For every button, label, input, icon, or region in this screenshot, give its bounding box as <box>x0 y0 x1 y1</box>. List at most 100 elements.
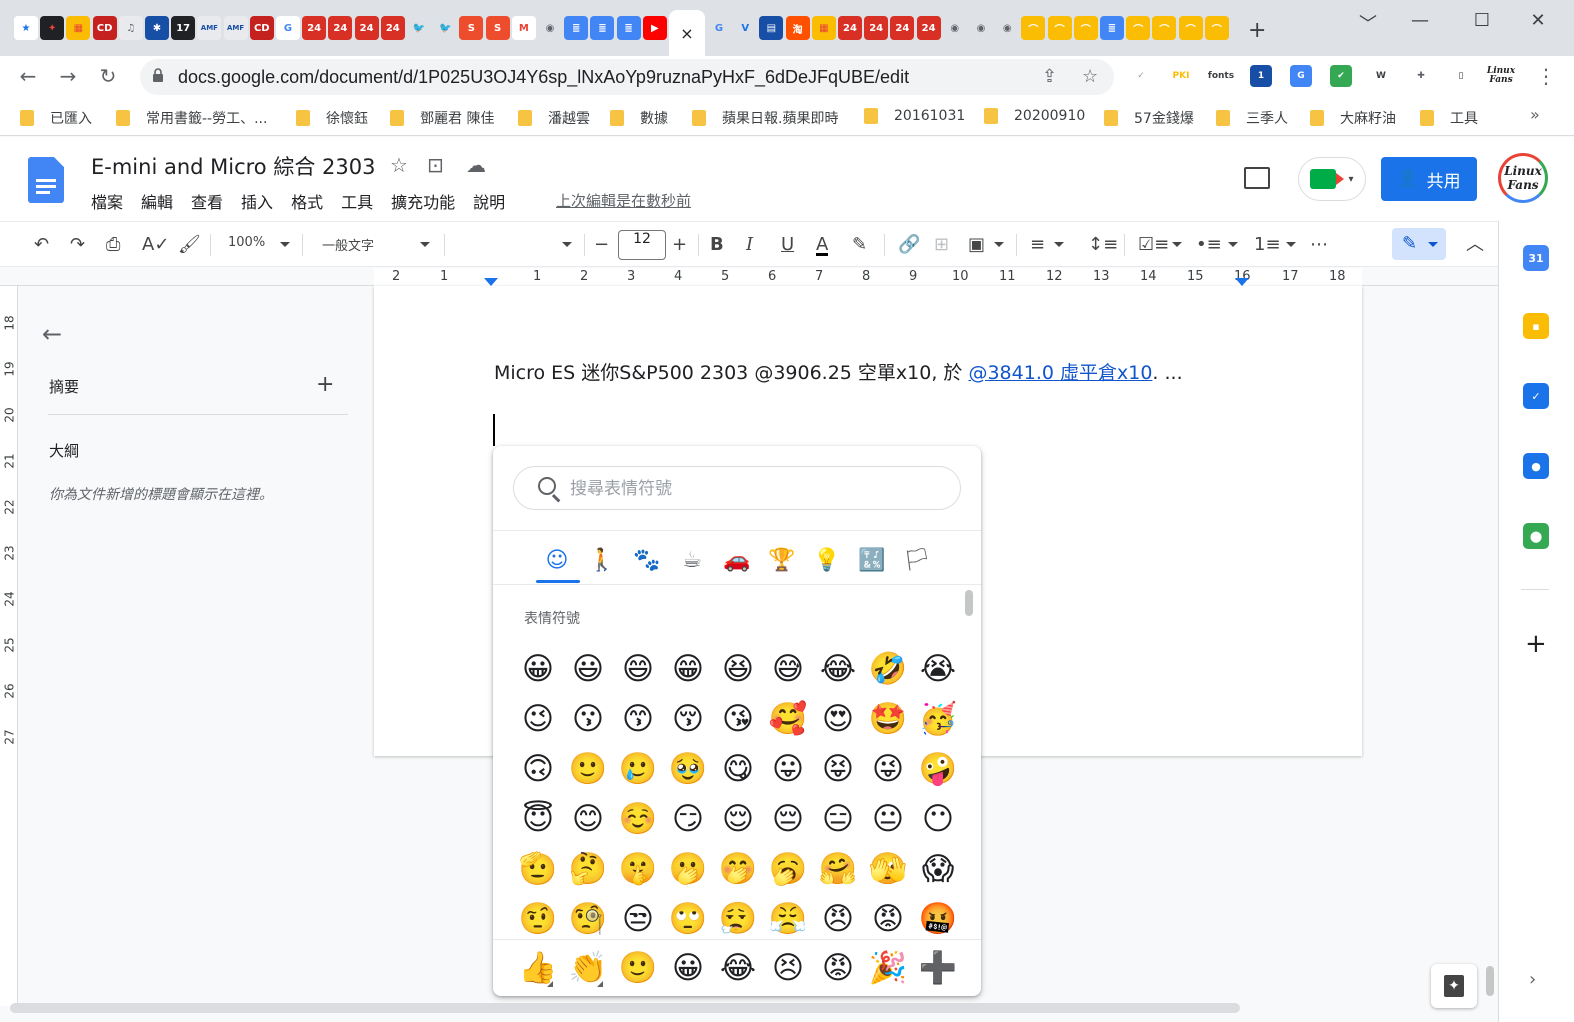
emoji-option[interactable]: 😇 <box>513 794 563 844</box>
browser-tab[interactable]: CD <box>249 16 274 40</box>
recent-emoji-option[interactable]: 😂 <box>713 943 763 993</box>
font-select[interactable] <box>562 242 572 247</box>
bookmark-item[interactable]: 潘越雲 <box>518 108 590 128</box>
spellcheck-icon[interactable]: A✓ <box>142 234 169 256</box>
collapse-menu-icon[interactable]: ︿ <box>1466 234 1484 256</box>
menu-item[interactable]: 查看 <box>191 189 223 213</box>
emoji-option[interactable]: 😒 <box>613 894 663 944</box>
extension-icon[interactable]: ✚ <box>1410 65 1432 87</box>
emoji-option[interactable]: 🤔 <box>563 844 613 894</box>
browser-tab[interactable]: ≣ <box>590 16 615 40</box>
browser-tab[interactable]: CD <box>92 16 117 40</box>
browser-tab[interactable]: ♫ <box>118 16 143 40</box>
bookmark-item[interactable]: 大麻籽油 <box>1310 108 1396 128</box>
browser-tab[interactable]: ▶ <box>642 16 667 40</box>
browser-tab[interactable]: ≣ <box>616 16 641 40</box>
increase-font-size-icon[interactable]: + <box>672 234 687 256</box>
meet-button[interactable]: ▾ <box>1298 157 1366 201</box>
horizontal-scrollbar[interactable] <box>10 1003 1240 1013</box>
emoji-option[interactable]: 😆 <box>713 644 763 694</box>
extension-icon[interactable]: ▯ <box>1450 65 1472 87</box>
close-outline-icon[interactable]: ← <box>42 320 62 348</box>
emoji-option[interactable]: 😁 <box>663 644 713 694</box>
emoji-category-tab[interactable]: 🚶 <box>582 546 622 576</box>
emoji-option[interactable]: 😏 <box>663 794 713 844</box>
emoji-option[interactable]: 😡 <box>863 894 913 944</box>
browser-tab[interactable]: ⌒ <box>1073 16 1098 40</box>
browser-tab[interactable]: 淘 <box>785 16 810 40</box>
zoom-select[interactable]: 100% <box>228 235 265 250</box>
browser-tab[interactable]: ⌒ <box>1047 16 1072 40</box>
emoji-category-tab[interactable]: 💡 <box>807 546 847 576</box>
emoji-option[interactable]: 😭 <box>913 644 963 694</box>
browser-tab[interactable]: 24 <box>916 16 941 40</box>
recent-emoji-option[interactable]: 😀 <box>663 943 713 993</box>
browser-tab[interactable]: 24 <box>328 16 353 40</box>
extension-icon[interactable]: G <box>1290 65 1312 87</box>
browser-tab[interactable]: ⌒ <box>1126 16 1151 40</box>
bookmark-item[interactable]: 數據 <box>610 108 668 128</box>
hide-side-panel-icon[interactable]: › <box>1529 969 1536 990</box>
emoji-option[interactable]: 😃 <box>563 644 613 694</box>
chrome-menu-icon[interactable]: ⋮ <box>1534 64 1558 88</box>
emoji-option[interactable]: 😋 <box>713 744 763 794</box>
browser-tab[interactable]: ◉ <box>995 16 1020 40</box>
emoji-option[interactable]: 🥲 <box>613 744 663 794</box>
lock-icon[interactable] <box>152 68 164 82</box>
reload-icon[interactable]: ↻ <box>96 64 120 88</box>
browser-tab[interactable]: ✦ <box>40 16 65 40</box>
emoji-option[interactable]: 🥳 <box>913 694 963 744</box>
print-icon[interactable]: ⎙ <box>106 234 120 256</box>
emoji-option[interactable]: 🤣 <box>863 644 913 694</box>
browser-tab[interactable]: ≣ <box>1100 16 1124 40</box>
move-folder-icon[interactable]: ⊡ <box>427 153 444 177</box>
add-comment-icon[interactable]: ⊞ <box>934 234 949 256</box>
bookmark-item[interactable]: 20200910 <box>984 108 1085 124</box>
menu-item[interactable]: 擴充功能 <box>391 189 455 213</box>
get-addons-icon[interactable]: + <box>1525 629 1547 659</box>
left-indent-marker[interactable] <box>484 278 498 286</box>
emoji-option[interactable]: 🤩 <box>863 694 913 744</box>
cloud-status-icon[interactable]: ☁ <box>466 153 486 177</box>
bookmark-item[interactable]: 57金錢爆 <box>1104 108 1194 128</box>
emoji-option[interactable]: 🙃 <box>513 744 563 794</box>
emoji-option[interactable]: 😠 <box>813 894 863 944</box>
back-icon[interactable]: ← <box>16 64 40 88</box>
emoji-option[interactable]: 😱 <box>913 844 963 894</box>
browser-tab[interactable]: 24 <box>354 16 379 40</box>
menu-item[interactable]: 編輯 <box>141 189 173 213</box>
right-indent-marker[interactable] <box>1235 278 1249 286</box>
emoji-option[interactable]: 😝 <box>813 744 863 794</box>
bookmark-item[interactable]: 工具 <box>1420 108 1478 128</box>
emoji-option[interactable]: 😅 <box>763 644 813 694</box>
emoji-option[interactable]: 🫢 <box>663 844 713 894</box>
emoji-option[interactable]: 🤭 <box>713 844 763 894</box>
text-color-icon[interactable]: A <box>816 234 829 256</box>
emoji-option[interactable]: 🧐 <box>563 894 613 944</box>
browser-tab[interactable]: 24 <box>380 16 405 40</box>
emoji-category-tab[interactable]: ☺ <box>537 546 577 576</box>
tasks-icon[interactable]: ✓ <box>1523 383 1549 409</box>
keep-icon[interactable]: ▪ <box>1523 313 1549 339</box>
extension-icon[interactable]: 1 <box>1250 65 1272 87</box>
bookmark-item[interactable]: 徐懷鈺 <box>296 108 368 128</box>
align-icon[interactable]: ≡ <box>1030 234 1045 256</box>
browser-tab[interactable]: 17 <box>171 16 196 40</box>
line-spacing-icon[interactable]: ↕≡ <box>1088 234 1118 256</box>
emoji-category-tab[interactable]: 🏳 <box>897 546 937 576</box>
maximize-icon[interactable]: ☐ <box>1472 10 1492 31</box>
recent-emoji-option[interactable]: 🎉 <box>863 943 913 993</box>
document-text-line[interactable]: Micro ES 迷你S&P500 2303 @3906.25 空單x10, 於… <box>494 358 1183 385</box>
emoji-option[interactable]: 🥹 <box>663 744 713 794</box>
calendar-icon[interactable]: 31 <box>1523 245 1549 271</box>
bookmark-item[interactable]: 常用書籤--勞工、... <box>116 108 267 128</box>
new-tab-button[interactable]: + <box>1248 18 1266 43</box>
highlight-icon[interactable]: ✎ <box>852 234 867 256</box>
bookmark-star-icon[interactable]: ☆ <box>1082 66 1098 87</box>
browser-tab[interactable]: 🐦 <box>407 16 431 40</box>
browser-tab[interactable]: ⌒ <box>1178 16 1203 40</box>
share-button[interactable]: 👤 共用 <box>1381 157 1477 201</box>
bold-icon[interactable]: B <box>710 234 724 256</box>
bookmarks-overflow-icon[interactable]: » <box>1530 105 1540 124</box>
browser-tab[interactable]: 24 <box>838 16 862 40</box>
